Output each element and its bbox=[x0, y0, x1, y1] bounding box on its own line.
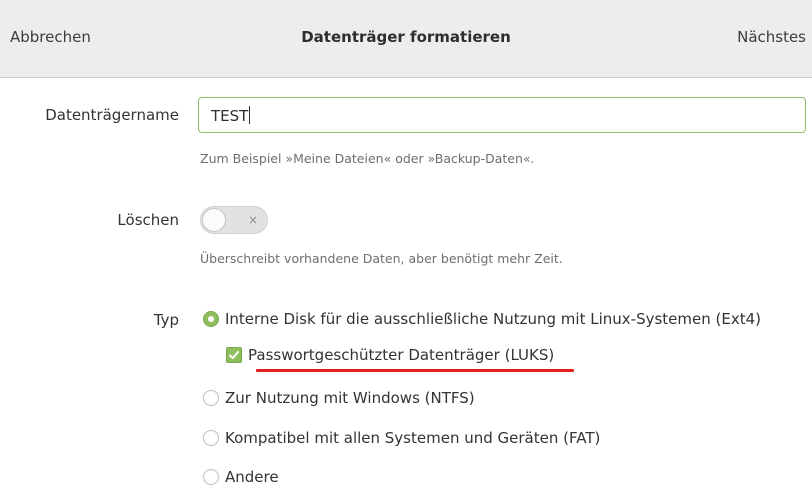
next-button[interactable]: Nächstes bbox=[737, 28, 806, 46]
red-underline-annotation bbox=[256, 369, 574, 372]
radio-icon bbox=[203, 469, 219, 485]
volume-name-input[interactable]: TEST bbox=[198, 97, 806, 133]
radio-icon bbox=[203, 430, 219, 446]
volume-name-value: TEST bbox=[211, 106, 251, 125]
erase-switch[interactable]: × bbox=[200, 206, 268, 234]
dialog-title: Datenträger formatieren bbox=[301, 28, 511, 46]
text-caret bbox=[249, 106, 251, 124]
header-bar: Abbrechen Datenträger formatieren Nächst… bbox=[0, 0, 812, 78]
radio-icon bbox=[203, 390, 219, 406]
type-label: Typ bbox=[153, 311, 179, 329]
luks-label: Passwortgeschützter Datenträger (LUKS) bbox=[248, 346, 555, 364]
type-option-label: Andere bbox=[225, 468, 279, 486]
volume-name-hint: Zum Beispiel »Meine Dateien« oder »Backu… bbox=[200, 151, 535, 166]
type-option-fat[interactable]: Kompatibel mit allen Systemen und Geräte… bbox=[203, 429, 600, 447]
volume-name-label: Datenträgername bbox=[45, 106, 179, 124]
radio-selected-icon bbox=[203, 311, 219, 327]
checkmark-icon bbox=[226, 347, 242, 363]
type-option-label: Interne Disk für die ausschließliche Nut… bbox=[225, 310, 761, 328]
close-icon: × bbox=[248, 213, 259, 227]
switch-knob bbox=[202, 208, 226, 232]
type-option-ext4[interactable]: Interne Disk für die ausschließliche Nut… bbox=[203, 310, 761, 328]
type-option-ntfs[interactable]: Zur Nutzung mit Windows (NTFS) bbox=[203, 389, 475, 407]
erase-label: Löschen bbox=[117, 211, 179, 229]
format-form: Datenträgername TEST Zum Beispiel »Meine… bbox=[0, 78, 812, 503]
type-option-label: Zur Nutzung mit Windows (NTFS) bbox=[225, 389, 475, 407]
luks-checkbox[interactable]: Passwortgeschützter Datenträger (LUKS) bbox=[226, 346, 554, 364]
type-option-label: Kompatibel mit allen Systemen und Geräte… bbox=[225, 429, 601, 447]
type-option-other[interactable]: Andere bbox=[203, 468, 279, 486]
erase-hint: Überschreibt vorhandene Daten, aber benö… bbox=[200, 251, 563, 266]
